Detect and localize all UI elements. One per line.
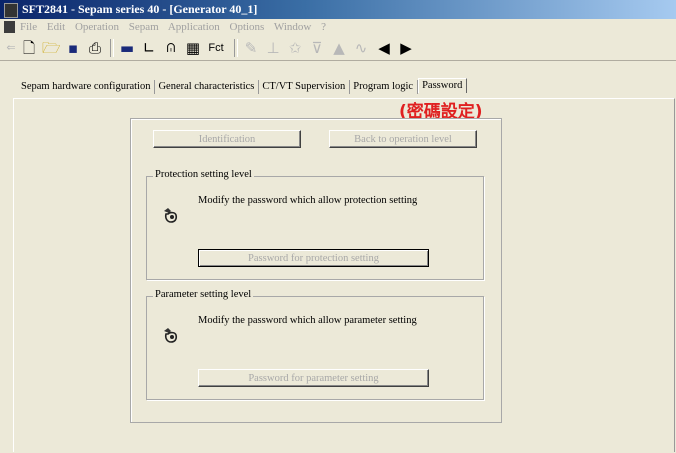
protection-group-legend: Protection setting level (153, 169, 254, 180)
wave-icon[interactable]: ∿ (352, 39, 370, 57)
padlock-icon (164, 208, 178, 223)
protection-setting-group: Protection setting level Modify the pass… (146, 169, 484, 280)
window-title: SFT2841 - Sepam series 40 - [Generator 4… (22, 2, 258, 16)
menu-operation[interactable]: Operation (75, 21, 119, 33)
tab-hardware-configuration[interactable]: Sepam hardware configuration (18, 80, 156, 94)
connect-icon[interactable]: ⇐ (4, 39, 18, 57)
star-icon[interactable]: ✩ (286, 39, 304, 57)
menu-options[interactable]: Options (230, 21, 265, 33)
print-icon[interactable]: ⎙ (86, 39, 104, 57)
new-file-icon[interactable]: 🗋 (20, 39, 38, 57)
left-arrow-icon[interactable]: ◀ (374, 39, 394, 57)
open-folder-icon[interactable]: 🗁 (42, 39, 61, 57)
menu-edit[interactable]: Edit (47, 21, 65, 33)
toolbar: ⇐ 🗋 🗁 ▪ ⎙ ▬ ∟ ᕬ ▦ Fct ✎ ⊥ ✩ ⊽ ▲ ∿ ◀ ▶ (0, 36, 676, 61)
filter-icon[interactable]: ⊽ (308, 39, 326, 57)
triangle-icon[interactable]: ▲ (330, 39, 348, 57)
toolbar-separator (234, 39, 238, 57)
back-to-operation-button[interactable]: Back to operation level (329, 130, 477, 148)
title-bar: SFT2841 - Sepam series 40 - [Generator 4… (0, 0, 676, 19)
chart-icon[interactable]: ∟ (140, 39, 158, 57)
wrench-icon[interactable]: ✎ (242, 39, 260, 57)
menu-window[interactable]: Window (274, 21, 311, 33)
menu-file[interactable]: File (20, 21, 37, 33)
password-protection-button[interactable]: Password for protection setting (198, 249, 429, 267)
tool-icon[interactable]: ⊥ (264, 39, 282, 57)
menu-bar: File Edit Operation Sepam Application Op… (0, 19, 676, 36)
toolbar-separator (110, 39, 114, 57)
protection-description: Modify the password which allow protecti… (198, 195, 418, 206)
document-system-icon[interactable] (4, 21, 15, 33)
app-icon (4, 3, 18, 18)
tab-password[interactable]: Password (418, 78, 468, 93)
right-arrow-icon[interactable]: ▶ (396, 39, 416, 57)
parameter-setting-group: Parameter setting level Modify the passw… (146, 289, 484, 400)
monitor-icon[interactable]: ▬ (118, 39, 136, 57)
table-icon[interactable]: ▦ (184, 39, 202, 57)
tab-strip: Sepam hardware configuration General char… (18, 78, 468, 97)
tab-ct-vt-supervision[interactable]: CT/VT Supervision (259, 80, 351, 94)
tab-program-logic[interactable]: Program logic (350, 80, 419, 94)
password-parameter-button[interactable]: Password for parameter setting (198, 369, 429, 387)
menu-sepam[interactable]: Sepam (129, 21, 159, 33)
tab-general-characteristics[interactable]: General characteristics (155, 80, 260, 94)
logic-icon[interactable]: ᕬ (162, 39, 180, 57)
parameter-group-legend: Parameter setting level (153, 289, 254, 300)
menu-help[interactable]: ? (321, 21, 326, 33)
identification-button[interactable]: Identification (153, 130, 301, 148)
menu-application[interactable]: Application (168, 21, 220, 33)
parameter-description: Modify the password which allow paramete… (198, 315, 417, 326)
padlock-icon (164, 328, 178, 343)
save-icon[interactable]: ▪ (64, 39, 82, 57)
fct-button[interactable]: Fct (204, 39, 228, 57)
